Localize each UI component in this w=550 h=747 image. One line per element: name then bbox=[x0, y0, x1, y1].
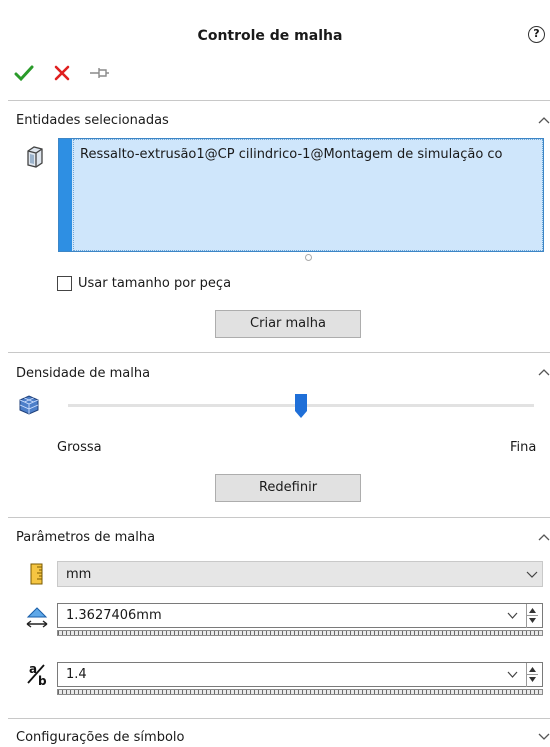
mesh-density-icon bbox=[19, 395, 39, 415]
help-icon[interactable]: ? bbox=[528, 26, 545, 43]
section-title-symbol-settings: Configurações de símbolo bbox=[16, 730, 185, 745]
ratio-spinner[interactable] bbox=[526, 663, 538, 687]
mesh-density-slider-thumb[interactable] bbox=[295, 394, 307, 418]
divider bbox=[8, 718, 550, 719]
divider bbox=[8, 517, 550, 518]
chevron-down-icon[interactable] bbox=[507, 611, 518, 620]
chevron-down-icon[interactable] bbox=[526, 569, 538, 579]
page-title: Controle de malha bbox=[197, 28, 343, 44]
chevron-up-icon[interactable] bbox=[538, 367, 550, 379]
close-icon[interactable] bbox=[54, 65, 70, 81]
ratio-input[interactable] bbox=[57, 662, 543, 687]
part-face-icon bbox=[27, 146, 43, 168]
element-size-icon bbox=[26, 607, 48, 628]
element-size-spinner[interactable] bbox=[526, 604, 538, 628]
fine-label: Fina bbox=[510, 440, 537, 455]
ratio-thumbwheel[interactable] bbox=[57, 689, 543, 695]
coarse-label: Grossa bbox=[57, 440, 102, 455]
element-size-thumbwheel[interactable] bbox=[57, 630, 543, 636]
reset-button[interactable]: Redefinir bbox=[215, 474, 361, 502]
chevron-up-icon[interactable] bbox=[538, 532, 550, 544]
element-size-value: 1.3627406mm bbox=[66, 608, 162, 623]
chevron-down-icon[interactable] bbox=[507, 670, 518, 679]
section-title-mesh-density: Densidade de malha bbox=[16, 366, 151, 381]
resize-handle-icon[interactable] bbox=[305, 254, 312, 261]
svg-text:b: b bbox=[38, 674, 47, 687]
chevron-up-icon[interactable] bbox=[538, 115, 550, 127]
list-selection-bar bbox=[59, 139, 72, 251]
check-icon[interactable] bbox=[14, 64, 34, 82]
divider bbox=[8, 352, 550, 353]
list-item[interactable]: Ressalto-extrusão1@CP cilindrico-1@Monta… bbox=[80, 147, 544, 162]
section-title-selected-entities: Entidades selecionadas bbox=[16, 113, 169, 128]
ratio-value: 1.4 bbox=[66, 667, 87, 682]
section-title-mesh-parameters: Parâmetros de malha bbox=[16, 530, 156, 545]
ratio-icon: a b bbox=[27, 662, 47, 687]
units-dropdown[interactable] bbox=[57, 561, 543, 587]
units-value: mm bbox=[66, 567, 92, 582]
ruler-icon bbox=[30, 563, 43, 585]
pushpin-icon[interactable] bbox=[88, 66, 110, 80]
chevron-down-icon[interactable] bbox=[538, 730, 550, 742]
create-mesh-button[interactable]: Criar malha bbox=[215, 310, 361, 338]
divider bbox=[8, 100, 550, 101]
use-part-size-label: Usar tamanho por peça bbox=[78, 276, 232, 291]
use-part-size-checkbox[interactable] bbox=[57, 276, 72, 291]
